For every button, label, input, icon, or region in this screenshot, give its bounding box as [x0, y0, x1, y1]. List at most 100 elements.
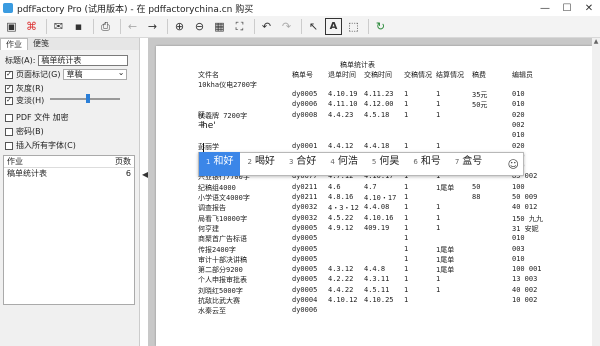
- ime-candidate[interactable]: 2 喝好: [240, 152, 281, 176]
- table-cell: dy0005: [292, 254, 318, 263]
- redo-icon[interactable]: ↷: [278, 18, 295, 35]
- column-header: 文件名: [198, 71, 219, 79]
- table-cell: dy0005: [292, 223, 318, 232]
- table-cell: 35元: [472, 91, 488, 99]
- table-cell: 1: [404, 285, 409, 294]
- table-cell: 4.5.18: [364, 110, 390, 119]
- print-icon[interactable]: ⎙: [97, 18, 114, 35]
- pdf-icon[interactable]: ⌘: [23, 18, 40, 35]
- table-cell: 4・3・12: [328, 204, 359, 213]
- minimize-button[interactable]: —: [534, 0, 556, 16]
- table-cell: 1: [404, 234, 409, 243]
- table-cell: 1: [404, 213, 409, 222]
- back-arrow-icon[interactable]: ←: [124, 18, 141, 35]
- ime-candidate[interactable]: 1 和好: [199, 152, 241, 176]
- slider-thumb[interactable]: [86, 94, 91, 103]
- candidate-number: 5: [371, 158, 377, 166]
- column-header: 交稿时间: [364, 71, 392, 79]
- table-cell: 4.4.8: [364, 265, 386, 274]
- ime-composition-text: he': [202, 121, 216, 131]
- grayscale-row: ✓ 灰度(R): [5, 83, 44, 94]
- title-input[interactable]: 稿单统计表: [38, 55, 129, 66]
- tab-notes[interactable]: 便笺: [28, 38, 54, 50]
- ime-candidate[interactable]: 4 何浩: [323, 152, 364, 176]
- zoom-out-icon[interactable]: ⊖: [191, 18, 208, 35]
- table-cell: 抗敌比武大赛: [198, 297, 240, 305]
- table-cell: 010: [512, 131, 525, 140]
- grayscale-checkbox[interactable]: ✓: [5, 84, 13, 93]
- pdf-encrypt-checkbox[interactable]: [5, 113, 13, 122]
- save-icon[interactable]: ▣: [3, 18, 20, 35]
- toolbar-separator: [167, 19, 168, 34]
- table-cell: dy0004: [292, 296, 318, 304]
- table-cell: 010: [512, 234, 525, 243]
- table-cell: 100: [512, 182, 525, 191]
- job-column-header[interactable]: 作业: [7, 156, 23, 167]
- table-cell: 88: [472, 193, 481, 201]
- ime-candidate[interactable]: 5 何昊: [365, 152, 406, 176]
- table-cell: 刘晓红5000字: [198, 286, 243, 295]
- maximize-button[interactable]: ☐: [556, 0, 578, 16]
- page-marks-checkbox[interactable]: ✓: [5, 70, 13, 79]
- table-cell: 4.2.22: [328, 275, 354, 284]
- pages-column-header[interactable]: 页数: [115, 156, 131, 167]
- zoom-in-icon[interactable]: ⊕: [171, 18, 188, 35]
- table-cell: 1: [404, 275, 409, 284]
- document-area: 稿单统计表 文件名 稿单号 退单时间 交稿时间 交稿情况 结算情况 稿费 编辑员 dy0005 4…: [148, 38, 592, 346]
- list-item[interactable]: 稿单统计表 6: [4, 168, 134, 179]
- table-cell: 4.8.16: [328, 193, 354, 201]
- table-cell: 第二部分9200: [198, 266, 243, 275]
- undo-icon[interactable]: ↶: [258, 18, 275, 35]
- table-cell: 1: [404, 223, 409, 232]
- candidate-number: 6: [413, 158, 418, 166]
- page-marks-row: ✓ 页面标记(G) 草稿: [5, 68, 128, 80]
- table-cell: 1: [436, 100, 441, 109]
- tab-job[interactable]: 作业: [0, 38, 28, 50]
- table-cell: 1: [404, 110, 409, 119]
- close-button[interactable]: ✕: [578, 0, 600, 16]
- table-cell: 1: [436, 141, 441, 150]
- table-cell: 1: [436, 275, 441, 284]
- page-marks-select[interactable]: 草稿: [63, 68, 128, 80]
- ime-candidate[interactable]: 6 和号: [406, 152, 447, 176]
- table-cell: 409.19: [364, 223, 390, 232]
- transparency-slider[interactable]: [50, 94, 120, 103]
- forward-arrow-icon[interactable]: →: [144, 18, 161, 35]
- table-cell: 4.10・17: [364, 194, 397, 202]
- mail-icon[interactable]: ✉: [50, 18, 67, 35]
- table-cell: 4.11.10: [328, 100, 358, 109]
- scroll-up-icon[interactable]: ▲: [592, 38, 600, 46]
- disk-icon[interactable]: ▪: [70, 18, 87, 35]
- refresh-icon[interactable]: ↻: [372, 18, 389, 35]
- transparent-checkbox[interactable]: ✓: [5, 96, 13, 105]
- text-tool-icon[interactable]: A: [325, 18, 342, 35]
- embed-fonts-row: 插入所有字体(C): [5, 140, 76, 151]
- candidate-number: 2: [247, 158, 252, 166]
- select-tool-icon[interactable]: ⬚: [345, 18, 362, 35]
- embed-fonts-checkbox[interactable]: [5, 141, 13, 150]
- password-checkbox[interactable]: [5, 127, 13, 136]
- table-cell: 商聚首广告标语: [198, 235, 247, 244]
- ime-candidate[interactable]: 3 合好: [282, 152, 323, 176]
- candidate-number: 3: [288, 158, 294, 166]
- table-cell: 1: [404, 141, 409, 150]
- fit-page-icon[interactable]: ⛶: [231, 18, 248, 35]
- table-cell: dy0005: [292, 275, 318, 284]
- ime-candidate-bar: 1 和好 2 喝好 3 合好 4 何浩 5 何昊 6 和号 7 盒号 ☺: [198, 152, 524, 176]
- grid-icon[interactable]: ▦: [211, 18, 228, 35]
- table-cell: 1: [404, 182, 409, 191]
- vertical-scrollbar[interactable]: ▲: [592, 38, 600, 346]
- table-cell: dy0211: [292, 182, 318, 191]
- table-cell: dy0008: [292, 110, 318, 119]
- ime-candidate[interactable]: 7 盒号: [448, 152, 489, 176]
- pointer-icon[interactable]: ↖: [305, 18, 322, 35]
- emoji-icon[interactable]: ☺: [508, 158, 519, 171]
- table-cell: 40 002: [512, 285, 538, 294]
- table-cell: dy0005: [292, 244, 318, 253]
- table-cell: 伏羲牌 7200字: [198, 111, 248, 120]
- title-row: 标题(A): 稿单统计表: [5, 55, 129, 66]
- table-cell: 4.10.25: [364, 296, 394, 304]
- app-icon: [3, 3, 13, 13]
- grayscale-label: 灰度(R): [16, 84, 44, 93]
- table-cell: 际: [198, 111, 205, 119]
